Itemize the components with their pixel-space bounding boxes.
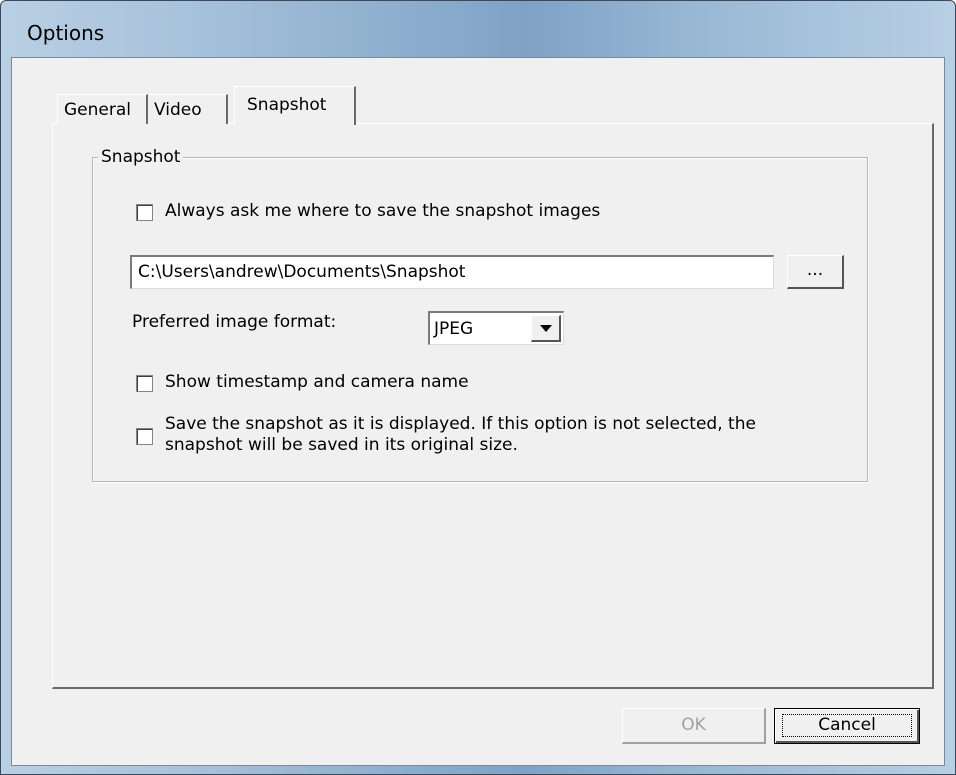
window-title: Options (27, 21, 105, 45)
cancel-button[interactable]: Cancel (774, 708, 920, 744)
image-format-select[interactable]: JPEG (428, 311, 564, 345)
always-ask-checkbox[interactable] (136, 204, 153, 221)
tab-general-label: General (64, 100, 131, 120)
image-format-value: JPEG (434, 319, 474, 339)
snapshot-group-label: Snapshot (98, 147, 184, 167)
save-as-displayed-label-line2[interactable]: snapshot will be saved in its original s… (165, 435, 518, 455)
ok-button-label: OK (681, 715, 706, 735)
image-format-label: Preferred image format: (132, 312, 337, 332)
show-timestamp-checkbox[interactable] (136, 375, 153, 392)
show-timestamp-label[interactable]: Show timestamp and camera name (165, 372, 469, 392)
tab-general[interactable]: General (57, 94, 148, 124)
snapshot-path-value: C:\Users\andrew\Documents\Snapshot (138, 262, 466, 282)
tab-video-label: Video (154, 100, 202, 120)
title-bar[interactable]: Options (1, 1, 955, 61)
save-as-displayed-checkbox[interactable] (136, 428, 153, 445)
always-ask-label[interactable]: Always ask me where to save the snapshot… (165, 201, 600, 221)
chevron-down-icon (540, 325, 552, 332)
tab-snapshot-label: Snapshot (247, 95, 327, 115)
dialog-body: General Video Snapshot Snapshot Always a… (11, 57, 945, 766)
browse-button[interactable]: ... (787, 255, 844, 289)
focus-rectangle (782, 714, 912, 737)
snapshot-path-input[interactable]: C:\Users\andrew\Documents\Snapshot (130, 255, 774, 289)
options-dialog: Options General Video Snapshot Snapshot … (0, 0, 956, 775)
tab-snapshot[interactable]: Snapshot (234, 86, 356, 125)
save-as-displayed-label-line1[interactable]: Save the snapshot as it is displayed. If… (165, 414, 756, 434)
browse-button-label: ... (806, 260, 824, 280)
dropdown-button[interactable] (531, 315, 561, 342)
ok-button[interactable]: OK (622, 708, 766, 744)
tab-video[interactable]: Video (148, 94, 228, 124)
